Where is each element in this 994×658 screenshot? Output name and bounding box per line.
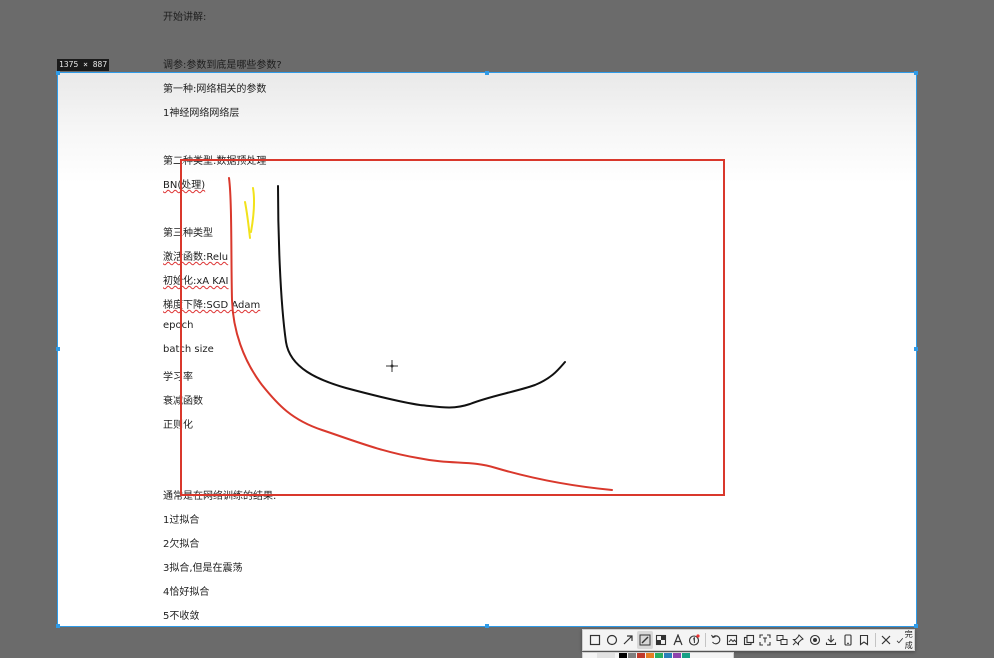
toolbar-separator	[874, 633, 876, 647]
color-swatch[interactable]	[628, 653, 636, 658]
arrow-tool-button[interactable]	[620, 631, 637, 649]
mosaic-icon	[656, 634, 667, 646]
color-swatch[interactable]	[673, 653, 681, 658]
undo-icon	[710, 634, 721, 645]
rectangle-icon	[590, 634, 601, 646]
crosshair-cursor-icon	[386, 360, 398, 372]
rectangle-tool-button[interactable]	[587, 631, 604, 649]
color-palette	[582, 652, 734, 658]
color-swatch[interactable]	[619, 653, 627, 658]
yellow-pen-stroke[interactable]	[244, 201, 251, 239]
send-to-phone-button[interactable]	[840, 631, 857, 649]
number-marker-tool-button[interactable]	[686, 631, 703, 649]
bookmark-icon	[860, 634, 869, 646]
annotation-toolbar: 完成	[582, 629, 915, 651]
arrow-icon	[623, 635, 633, 645]
yellow-pen-stroke[interactable]	[250, 187, 256, 233]
pen-tool-button[interactable]	[636, 631, 653, 649]
ellipse-icon	[606, 634, 617, 646]
done-button-label: 完成	[904, 630, 913, 650]
number-marker-icon	[689, 634, 700, 646]
record-button[interactable]	[807, 631, 824, 649]
phone-icon	[844, 634, 852, 646]
undo-button[interactable]	[708, 631, 725, 649]
toolbar-separator	[704, 633, 706, 647]
red-pen-stroke[interactable]	[228, 177, 613, 491]
save-icon	[727, 634, 738, 646]
download-button[interactable]	[823, 631, 840, 649]
mosaic-tool-button[interactable]	[653, 631, 670, 649]
annotation-layer	[180, 159, 725, 496]
text-tool-button[interactable]	[670, 631, 687, 649]
text-icon	[673, 634, 683, 646]
pin-icon	[792, 634, 805, 646]
record-icon	[809, 634, 820, 646]
color-swatch[interactable]	[646, 653, 654, 658]
ellipse-tool-button[interactable]	[604, 631, 621, 649]
save-image-button[interactable]	[724, 631, 741, 649]
pin-button[interactable]	[790, 631, 807, 649]
checkmark-icon	[896, 637, 904, 643]
black-pen-stroke[interactable]	[277, 185, 566, 409]
color-swatch[interactable]	[637, 653, 645, 658]
pen-icon	[639, 634, 651, 646]
stroke-size-selector[interactable]	[597, 653, 615, 658]
copy-icon	[743, 634, 754, 646]
download-icon	[826, 635, 837, 646]
color-swatch[interactable]	[682, 653, 690, 658]
color-swatch[interactable]	[655, 653, 663, 658]
translate-button[interactable]	[774, 631, 791, 649]
ocr-button[interactable]	[757, 631, 774, 649]
bookmark-button[interactable]	[856, 631, 873, 649]
cancel-button[interactable]	[878, 631, 895, 649]
screen-capture-stage: 开始讲解: 调参:参数到底是哪些参数? 1375 × 887 第一种:网络相关的…	[0, 0, 994, 658]
translate-icon	[776, 635, 788, 645]
done-button[interactable]: 完成	[894, 630, 918, 650]
color-swatch[interactable]	[664, 653, 672, 658]
close-icon	[881, 635, 891, 645]
annotation-rectangle[interactable]	[180, 159, 725, 496]
ocr-icon	[759, 634, 771, 646]
copy-button[interactable]	[741, 631, 758, 649]
